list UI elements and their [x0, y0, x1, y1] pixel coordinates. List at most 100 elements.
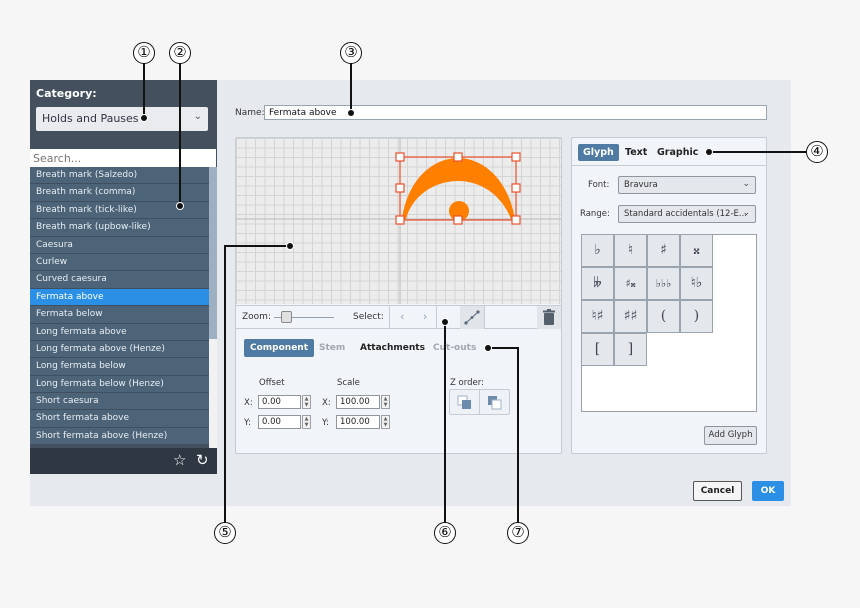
list-item[interactable]: Breath mark (Salzedo): [30, 167, 209, 185]
item-list: Breath mark (Salzedo) Breath mark (comma)…: [30, 167, 209, 448]
tab-cut-outs[interactable]: Cut-outs: [427, 339, 482, 357]
select-next-button[interactable]: ›: [423, 310, 427, 323]
glyph-cell[interactable]: ♭♭♭: [647, 267, 680, 300]
editor-canvas[interactable]: [236, 138, 561, 304]
list-item[interactable]: Short caesura: [30, 393, 209, 411]
glyph-cell[interactable]: ]: [614, 333, 647, 366]
reset-icon[interactable]: ↻: [196, 451, 209, 469]
resize-handle[interactable]: [395, 152, 405, 162]
glyph-cell[interactable]: ♯: [647, 234, 680, 267]
scale-x-input[interactable]: 100.00: [336, 395, 380, 409]
callout-5-line-h: [224, 245, 291, 247]
search-input[interactable]: [30, 149, 216, 167]
callout-1: ①: [133, 42, 155, 64]
name-label: Name:: [235, 108, 265, 118]
name-input[interactable]: [264, 105, 767, 120]
send-backward-icon: [488, 396, 502, 410]
tab-component[interactable]: Component: [244, 339, 315, 357]
tab-graphic[interactable]: Graphic: [652, 144, 703, 161]
list-item[interactable]: Long fermata above (Henze): [30, 340, 209, 359]
delete-button[interactable]: [537, 306, 561, 329]
list-item[interactable]: Breath mark (upbow-like): [30, 219, 209, 237]
tab-stem[interactable]: Stem: [313, 339, 351, 357]
list-footer: ☆ ↻: [30, 448, 217, 474]
glyph-cell[interactable]: ): [680, 300, 713, 333]
glyph-cell[interactable]: (: [647, 300, 680, 333]
resize-handle[interactable]: [395, 215, 405, 225]
list-item[interactable]: Long fermata above: [30, 323, 209, 341]
callout-2-line: [179, 60, 181, 205]
glyph-cell[interactable]: ♮♯: [581, 300, 614, 333]
callout-4-dot: [706, 149, 712, 155]
list-item[interactable]: Short fermata above (Henze): [30, 427, 209, 446]
tab-text[interactable]: Text: [620, 144, 652, 161]
glyph-cell[interactable]: ♯𝄪: [614, 267, 647, 300]
scrollbar-thumb[interactable]: [209, 167, 217, 339]
chevron-down-icon: ⌄: [742, 179, 750, 189]
range-select[interactable]: Standard accidentals (12-E... ⌄: [618, 205, 756, 223]
tab-glyph[interactable]: Glyph: [578, 144, 619, 161]
resize-handle[interactable]: [511, 215, 521, 225]
scale-x-spinner[interactable]: ▲ ▼: [381, 395, 390, 409]
category-select[interactable]: Holds and Pauses ⌄: [36, 107, 208, 131]
send-to-back-button[interactable]: [480, 390, 510, 414]
list-item[interactable]: Breath mark (comma): [30, 184, 209, 202]
callout-3-line: [350, 60, 352, 112]
offset-x-label: X:: [244, 398, 253, 408]
offset-y-spinner[interactable]: ▲ ▼: [302, 415, 311, 429]
callout-5: ⑤: [214, 522, 236, 544]
resize-handle[interactable]: [511, 152, 521, 162]
toolbar-divider: [389, 306, 390, 329]
glyph-cell[interactable]: ♭: [581, 234, 614, 267]
glyph-cell[interactable]: ♯♯: [614, 300, 647, 333]
tab-divider: [571, 165, 767, 166]
callout-6: ⑥: [434, 522, 456, 544]
glyph-cell[interactable]: ♮♭: [680, 267, 713, 300]
glyph-cell[interactable]: 𝄪: [680, 234, 713, 267]
callout-5-line-v: [224, 245, 226, 523]
edit-line-button[interactable]: [460, 306, 484, 329]
category-select-value: Holds and Pauses: [42, 112, 139, 125]
offset-x-input[interactable]: 0.00: [258, 395, 301, 409]
toolbar-divider: [484, 306, 485, 329]
resize-handle[interactable]: [453, 215, 463, 225]
scale-y-spinner[interactable]: ▲ ▼: [381, 415, 390, 429]
zoom-slider-handle[interactable]: [281, 311, 292, 323]
font-select[interactable]: Bravura ⌄: [618, 176, 756, 194]
list-item[interactable]: Fermata below: [30, 306, 209, 324]
scale-y-input[interactable]: 100.00: [336, 415, 380, 429]
star-icon[interactable]: ☆: [173, 451, 186, 469]
cancel-button[interactable]: Cancel: [693, 481, 742, 501]
list-item[interactable]: Fermata above: [30, 288, 209, 307]
chevron-down-icon: ⌄: [742, 208, 750, 218]
list-item[interactable]: Curved caesura: [30, 271, 209, 289]
callout-7: ⑦: [507, 522, 529, 544]
canvas-toolbar: Zoom: Select: ‹ ›: [236, 305, 561, 329]
list-scrollbar[interactable]: [209, 167, 217, 448]
list-item[interactable]: Short fermata above: [30, 410, 209, 428]
add-glyph-button[interactable]: Add Glyph: [704, 426, 757, 445]
offset-y-input[interactable]: 0.00: [258, 415, 301, 429]
glyph-cell[interactable]: [: [581, 333, 614, 366]
range-select-value: Standard accidentals (12-E...: [624, 209, 748, 219]
offset-x-spinner[interactable]: ▲ ▼: [302, 395, 311, 409]
bring-to-front-button[interactable]: [450, 390, 480, 414]
glyph-cell[interactable]: ♮: [614, 234, 647, 267]
resize-handle[interactable]: [511, 183, 521, 193]
list-item[interactable]: Long fermata below: [30, 358, 209, 376]
list-item[interactable]: Long fermata below (Henze): [30, 375, 209, 394]
tab-attachments[interactable]: Attachments: [354, 339, 431, 357]
list-item[interactable]: Curlew: [30, 253, 209, 272]
category-label: Category:: [36, 87, 97, 100]
glyph-cell[interactable]: 𝄫: [581, 267, 614, 300]
callout-7-line-h: [488, 347, 519, 349]
chevron-down-icon: ⌄: [193, 111, 202, 122]
ok-button[interactable]: OK: [752, 481, 784, 501]
font-label: Font:: [588, 180, 610, 190]
resize-handle[interactable]: [395, 183, 405, 193]
offset-label: Offset: [259, 378, 285, 388]
resize-handle[interactable]: [453, 152, 463, 162]
list-item[interactable]: Caesura: [30, 236, 209, 254]
select-previous-button[interactable]: ‹: [400, 310, 404, 323]
line-tool-icon: [464, 310, 480, 325]
